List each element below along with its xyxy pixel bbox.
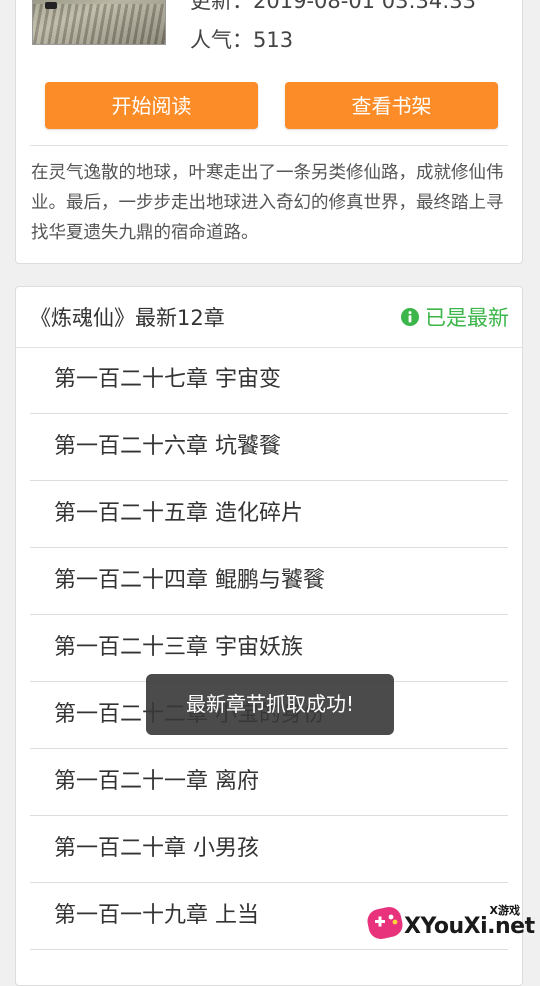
chapter-item[interactable]: 第一百二十四章 鲲鹏与饕餮 bbox=[30, 548, 508, 615]
chapter-item[interactable]: 第一百二十章 小男孩 bbox=[30, 816, 508, 883]
latest-chapters-header: 《炼魂仙》最新12章 已是最新 bbox=[16, 287, 522, 348]
info-circle-icon bbox=[401, 308, 419, 326]
gamepad-logo-icon bbox=[367, 907, 403, 939]
status-badge: 已是最新 bbox=[401, 302, 509, 332]
update-label: 更新： bbox=[190, 0, 253, 13]
chapter-item[interactable]: 第一百二十三章 宇宙妖族 bbox=[30, 615, 508, 682]
chapter-item[interactable]: 第一百二十五章 造化碎片 bbox=[30, 481, 508, 548]
update-time-line: 更新：2019-08-01 03:34:33 bbox=[190, 0, 476, 15]
chapter-item[interactable]: 第一百二十一章 离府 bbox=[30, 749, 508, 816]
toast-message: 最新章节抓取成功! bbox=[146, 674, 394, 735]
divider bbox=[30, 145, 508, 146]
site-watermark: X游戏 XYouXi.net bbox=[362, 902, 535, 952]
book-cover-image[interactable] bbox=[32, 0, 166, 45]
book-description: 在灵气逸散的地球，叶寒走出了一条另类修仙路，成就修仙伟业。最后，一步步走出地球进… bbox=[31, 163, 504, 243]
book-info-card: 更新：2019-08-01 03:34:33 人气：513 开始阅读 查看书架 … bbox=[15, 0, 523, 264]
cover-badge-icon bbox=[45, 2, 57, 9]
chapter-list: 第一百二十七章 宇宙变 第一百二十六章 坑饕餮 第一百二十五章 造化碎片 第一百… bbox=[30, 347, 508, 950]
view-bookshelf-button[interactable]: 查看书架 bbox=[285, 82, 498, 129]
chapter-item[interactable]: 第一百二十六章 坑饕餮 bbox=[30, 414, 508, 481]
status-text: 已是最新 bbox=[425, 306, 509, 330]
update-time: 2019-08-01 03:34:33 bbox=[253, 0, 477, 13]
chapter-item[interactable]: 第一百二十七章 宇宙变 bbox=[30, 347, 508, 414]
popularity-value: 513 bbox=[253, 28, 294, 52]
latest-chapters-card: 《炼魂仙》最新12章 已是最新 第一百二十七章 宇宙变 第一百二十六章 坑饕餮 … bbox=[15, 286, 523, 986]
popularity-line: 人气：513 bbox=[190, 24, 293, 54]
latest-chapters-title: 《炼魂仙》最新12章 bbox=[30, 306, 225, 330]
popularity-label: 人气： bbox=[190, 28, 253, 52]
watermark-domain: XYouXi.net bbox=[404, 914, 535, 939]
start-reading-button[interactable]: 开始阅读 bbox=[45, 82, 258, 129]
